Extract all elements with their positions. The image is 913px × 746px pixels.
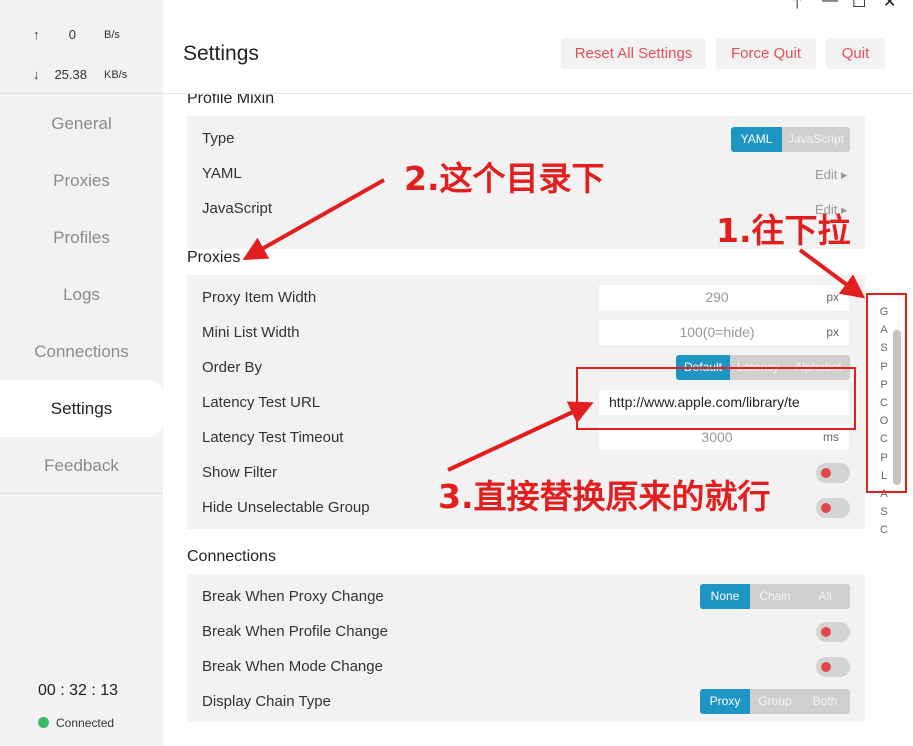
display-chain-type-label: Display Chain Type [202,693,331,710]
chain-option-group[interactable]: Group [750,689,800,714]
javascript-label: JavaScript [202,200,273,217]
order-by-label: Order By [202,359,263,376]
ms-unit: ms [823,430,839,444]
connection-status: Connected [38,716,114,730]
sidebar-item-proxies[interactable]: Proxies [0,152,163,209]
reset-all-settings-button[interactable]: Reset All Settings [561,38,706,69]
break-mode-change-label: Break When Mode Change [202,658,383,675]
force-quit-button[interactable]: Force Quit [716,38,816,69]
sidebar: ↑ 0 B/s ↓ 25.38 KB/s General Proxies Pro… [0,0,163,746]
status-label: Connected [56,716,115,730]
show-filter-toggle[interactable] [816,463,850,483]
uptime-clock: 00 : 32 : 13 [37,682,119,699]
minimize-icon[interactable]: — [822,0,838,10]
break-proxy-change-label: Break When Proxy Change [202,588,384,605]
yaml-label: YAML [202,165,242,182]
sidebar-item-connections[interactable]: Connections [0,323,163,380]
sidebar-divider [0,493,163,494]
index-letter[interactable]: C [877,521,891,539]
proxies-title: Proxies [187,249,241,266]
sidebar-item-settings[interactable]: Settings [0,380,163,437]
type-option-javascript[interactable]: JavaScript [782,127,850,152]
mini-list-width-label: Mini List Width [202,324,300,341]
quit-button[interactable]: Quit [826,38,885,69]
connections-title: Connections [187,548,276,565]
page-title: Settings [183,42,259,65]
sidebar-item-logs[interactable]: Logs [0,266,163,323]
highlight-box-index [866,293,907,493]
break-mode-change-toggle[interactable] [816,657,850,677]
upload-unit: B/s [104,29,120,41]
sidebar-item-feedback[interactable]: Feedback [0,437,163,494]
sidebar-divider [0,93,163,94]
yaml-edit-link[interactable]: Edit ▸ [815,167,848,183]
profile-mixin-title: Profile Mixin [187,94,275,107]
highlight-box-url [576,367,856,430]
break-option-all[interactable]: All [800,584,850,609]
annotation-replace-url: 3.直接替换原来的就行 [438,477,771,516]
break-option-chain[interactable]: Chain [750,584,800,609]
annotation-this-section: 2.这个目录下 [404,159,605,198]
type-segmented-control[interactable]: YAML JavaScript [731,127,850,152]
show-filter-label: Show Filter [202,464,278,481]
proxy-item-width-label: Proxy Item Width [202,289,317,306]
latency-test-timeout-label: Latency Test Timeout [202,429,344,446]
pin-icon[interactable]: 🡑 [793,0,801,19]
close-icon[interactable]: ✕ [883,0,896,12]
sidebar-item-profiles[interactable]: Profiles [0,209,163,266]
break-proxy-change-segmented-control[interactable]: None Chain All [700,584,850,609]
px-unit: px [826,290,839,304]
index-letter[interactable]: S [877,503,891,521]
latency-test-url-label: Latency Test URL [202,394,321,411]
chain-option-both[interactable]: Both [800,689,850,714]
hide-unselectable-group-toggle[interactable] [816,498,850,518]
status-dot-icon [38,717,49,728]
maximize-icon[interactable]: ☐ [852,0,866,12]
download-value: 25.38 [54,67,87,82]
break-profile-change-label: Break When Profile Change [202,623,388,640]
download-speed: ↓ 25.38 KB/s [0,67,163,87]
annotation-scroll-down: 1.往下拉 [716,211,851,250]
proxy-item-width-input[interactable]: 290 px [599,285,849,310]
chain-type-segmented-control[interactable]: Proxy Group Both [700,689,850,714]
upload-value: 0 [68,27,76,42]
px-unit: px [826,325,839,339]
type-option-yaml[interactable]: YAML [731,127,782,152]
connections-panel: Break When Proxy Change None Chain All B… [187,574,865,722]
upload-speed: ↑ 0 B/s [0,27,163,47]
break-option-none[interactable]: None [700,584,750,609]
chain-option-proxy[interactable]: Proxy [700,689,750,714]
hide-unselectable-group-label: Hide Unselectable Group [202,499,370,516]
break-profile-change-toggle[interactable] [816,622,850,642]
type-label: Type [202,130,235,147]
sidebar-item-general[interactable]: General [0,95,163,152]
mini-list-width-input[interactable]: 100(0=hide) px [599,320,849,345]
download-unit: KB/s [104,69,128,81]
